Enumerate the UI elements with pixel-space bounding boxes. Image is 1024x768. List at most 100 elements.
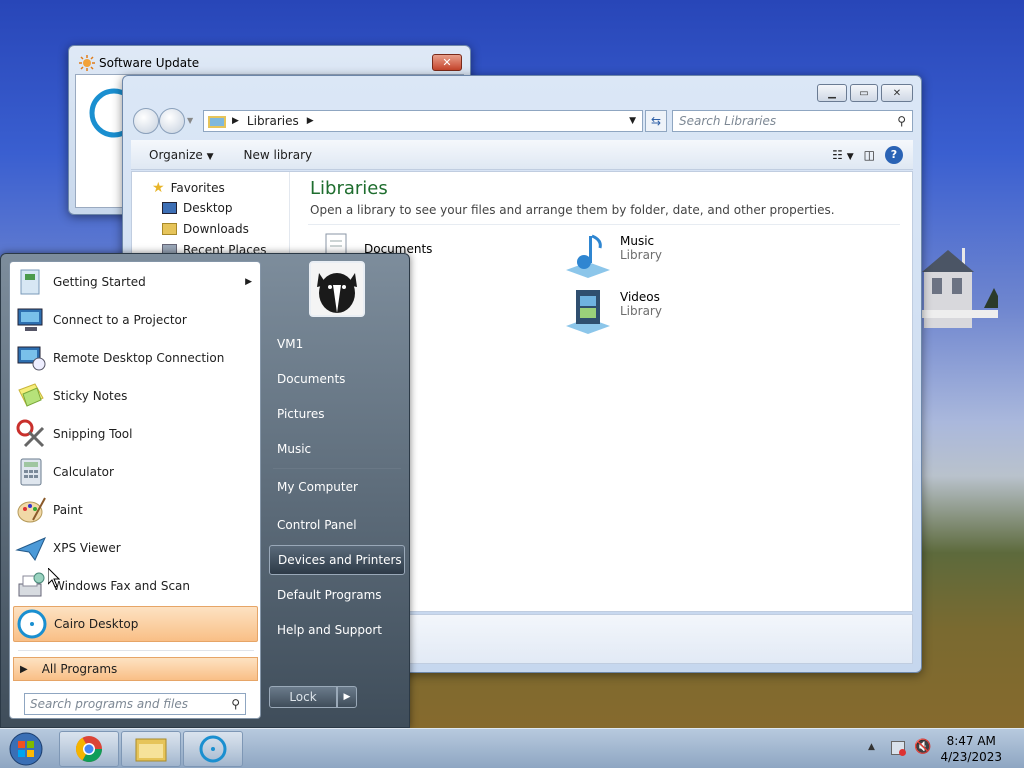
search-icon: ⚲: [231, 697, 240, 711]
sun-update-icon: [79, 55, 95, 71]
close-button[interactable]: ✕: [881, 84, 913, 102]
fax-scan-icon: [18, 572, 45, 597]
lighthouse-house-scene: [918, 248, 998, 328]
nav-downloads-label: Downloads: [183, 222, 249, 236]
start-button[interactable]: [6, 730, 46, 768]
start-menu-right-pane: VM1 Documents Pictures Music My Computer…: [261, 254, 411, 729]
program-getting-started[interactable]: Getting Started ▶: [13, 264, 258, 300]
organize-label: Organize: [149, 147, 203, 162]
program-remote-desktop[interactable]: Remote Desktop Connection: [13, 340, 258, 376]
start-item-documents[interactable]: Documents: [269, 364, 405, 394]
minimize-button[interactable]: ▁: [817, 84, 847, 102]
nav-desktop[interactable]: Desktop: [162, 201, 233, 215]
windows-orb-icon: [9, 732, 43, 766]
help-icon[interactable]: ?: [885, 145, 903, 164]
start-item-my-computer[interactable]: My Computer: [269, 472, 405, 502]
search-libraries-input[interactable]: Search Libraries ⚲: [672, 110, 913, 132]
nav-downloads[interactable]: Downloads: [162, 222, 249, 236]
maximize-button[interactable]: ▭: [850, 84, 878, 102]
volume-muted-icon[interactable]: 🔇: [914, 739, 931, 755]
program-snipping-tool[interactable]: Snipping Tool: [13, 416, 258, 452]
network-icon[interactable]: [891, 741, 906, 756]
dog-avatar-icon: [311, 263, 363, 315]
recent-pages-dropdown-icon[interactable]: ▼: [187, 116, 193, 125]
search-placeholder: Search programs and files: [30, 697, 188, 711]
change-view-icon[interactable]: ☷ ▼: [832, 148, 854, 162]
program-connect-projector[interactable]: Connect to a Projector: [13, 302, 258, 338]
breadcrumb-arrow-icon[interactable]: ▶: [232, 116, 239, 126]
program-paint[interactable]: Paint: [13, 492, 258, 528]
address-bar[interactable]: ▶ Libraries ▶ ▼: [203, 110, 643, 132]
getting-started-icon: [20, 269, 40, 295]
taskbar-chrome[interactable]: [59, 731, 119, 767]
clock-date: 4/23/2023: [940, 750, 1002, 764]
nav-favorites-label: Favorites: [170, 181, 225, 195]
folder-icon: [135, 738, 167, 762]
start-item-music[interactable]: Music: [269, 434, 405, 464]
taskbar: ▲ 🔇 8:47 AM 4/23/2023: [0, 728, 1024, 768]
new-library-button[interactable]: New library: [244, 148, 313, 162]
start-item-control-panel[interactable]: Control Panel: [269, 510, 405, 540]
programs-divider: [18, 650, 254, 651]
program-label: Remote Desktop Connection: [53, 351, 225, 365]
show-hidden-icons-icon[interactable]: ▲: [868, 742, 875, 752]
library-name: Music: [620, 234, 655, 248]
projector-icon: [17, 308, 43, 331]
calculator-icon: [20, 458, 42, 486]
organize-button[interactable]: Organize ▼: [149, 148, 214, 162]
videos-library-icon: [566, 290, 610, 334]
mouse-cursor-icon: [48, 568, 60, 588]
start-item-help-support[interactable]: Help and Support: [269, 615, 405, 645]
search-icon: ⚲: [897, 114, 906, 128]
user-avatar[interactable]: [309, 261, 365, 317]
program-xps-viewer[interactable]: XPS Viewer: [13, 530, 258, 566]
forward-button[interactable]: [159, 108, 185, 134]
start-item-devices-printers[interactable]: Devices and Printers: [269, 545, 405, 575]
start-item-pictures[interactable]: Pictures: [269, 399, 405, 429]
star-icon: ★: [152, 180, 165, 196]
all-programs-arrow-icon: ▶: [20, 663, 28, 675]
desktop-icon: [162, 202, 177, 214]
submenu-arrow-icon: ▶: [245, 277, 252, 287]
start-item-default-programs[interactable]: Default Programs: [269, 580, 405, 610]
remote-desktop-icon: [17, 346, 46, 371]
close-button[interactable]: ✕: [432, 54, 462, 71]
lock-options-button[interactable]: ▶: [337, 686, 357, 708]
library-music[interactable]: Music Library: [564, 232, 662, 280]
back-button[interactable]: [133, 108, 159, 134]
refresh-button[interactable]: ⇆: [645, 110, 667, 132]
command-bar: Organize ▼ New library ☷ ▼ ◫ ?: [131, 140, 913, 170]
nav-desktop-label: Desktop: [183, 201, 233, 215]
heading-divider: [308, 224, 900, 225]
taskbar-file-explorer[interactable]: [121, 731, 181, 767]
program-label: Connect to a Projector: [53, 313, 187, 327]
library-name: Videos: [620, 290, 660, 304]
clock[interactable]: 8:47 AM 4/23/2023: [940, 733, 1002, 765]
start-item-user[interactable]: VM1: [269, 329, 405, 359]
lock-button[interactable]: Lock: [269, 686, 337, 708]
paint-icon: [17, 497, 46, 523]
program-sticky-notes[interactable]: Sticky Notes: [13, 378, 258, 414]
program-label: Getting Started: [53, 275, 146, 289]
library-type: Library: [620, 304, 662, 318]
nav-favorites[interactable]: ★ Favorites: [152, 180, 225, 196]
all-programs-button[interactable]: ▶ All Programs: [13, 657, 258, 681]
libraries-folder-icon: [208, 116, 226, 128]
breadcrumb-libraries[interactable]: Libraries: [247, 114, 299, 128]
program-label: Snipping Tool: [53, 427, 133, 441]
chevron-down-icon: ▼: [206, 151, 214, 162]
preview-pane-icon[interactable]: ◫: [864, 148, 875, 162]
program-calculator[interactable]: Calculator: [13, 454, 258, 490]
search-placeholder: Search Libraries: [679, 114, 777, 128]
cairo-icon: [17, 609, 47, 639]
program-cairo-desktop[interactable]: Cairo Desktop: [13, 606, 258, 642]
address-dropdown-icon[interactable]: ▼: [629, 116, 636, 126]
back-forward-group: ▼: [133, 108, 193, 134]
library-videos[interactable]: Videos Library: [564, 288, 662, 336]
search-programs-input[interactable]: Search programs and files ⚲: [24, 693, 246, 715]
page-subtitle: Open a library to see your files and arr…: [310, 203, 835, 217]
taskbar-cairo[interactable]: [183, 731, 243, 767]
start-menu[interactable]: Getting Started ▶ Connect to a Projector…: [0, 253, 410, 728]
breadcrumb-arrow-icon[interactable]: ▶: [307, 116, 314, 126]
refresh-icon: ⇆: [650, 114, 662, 128]
